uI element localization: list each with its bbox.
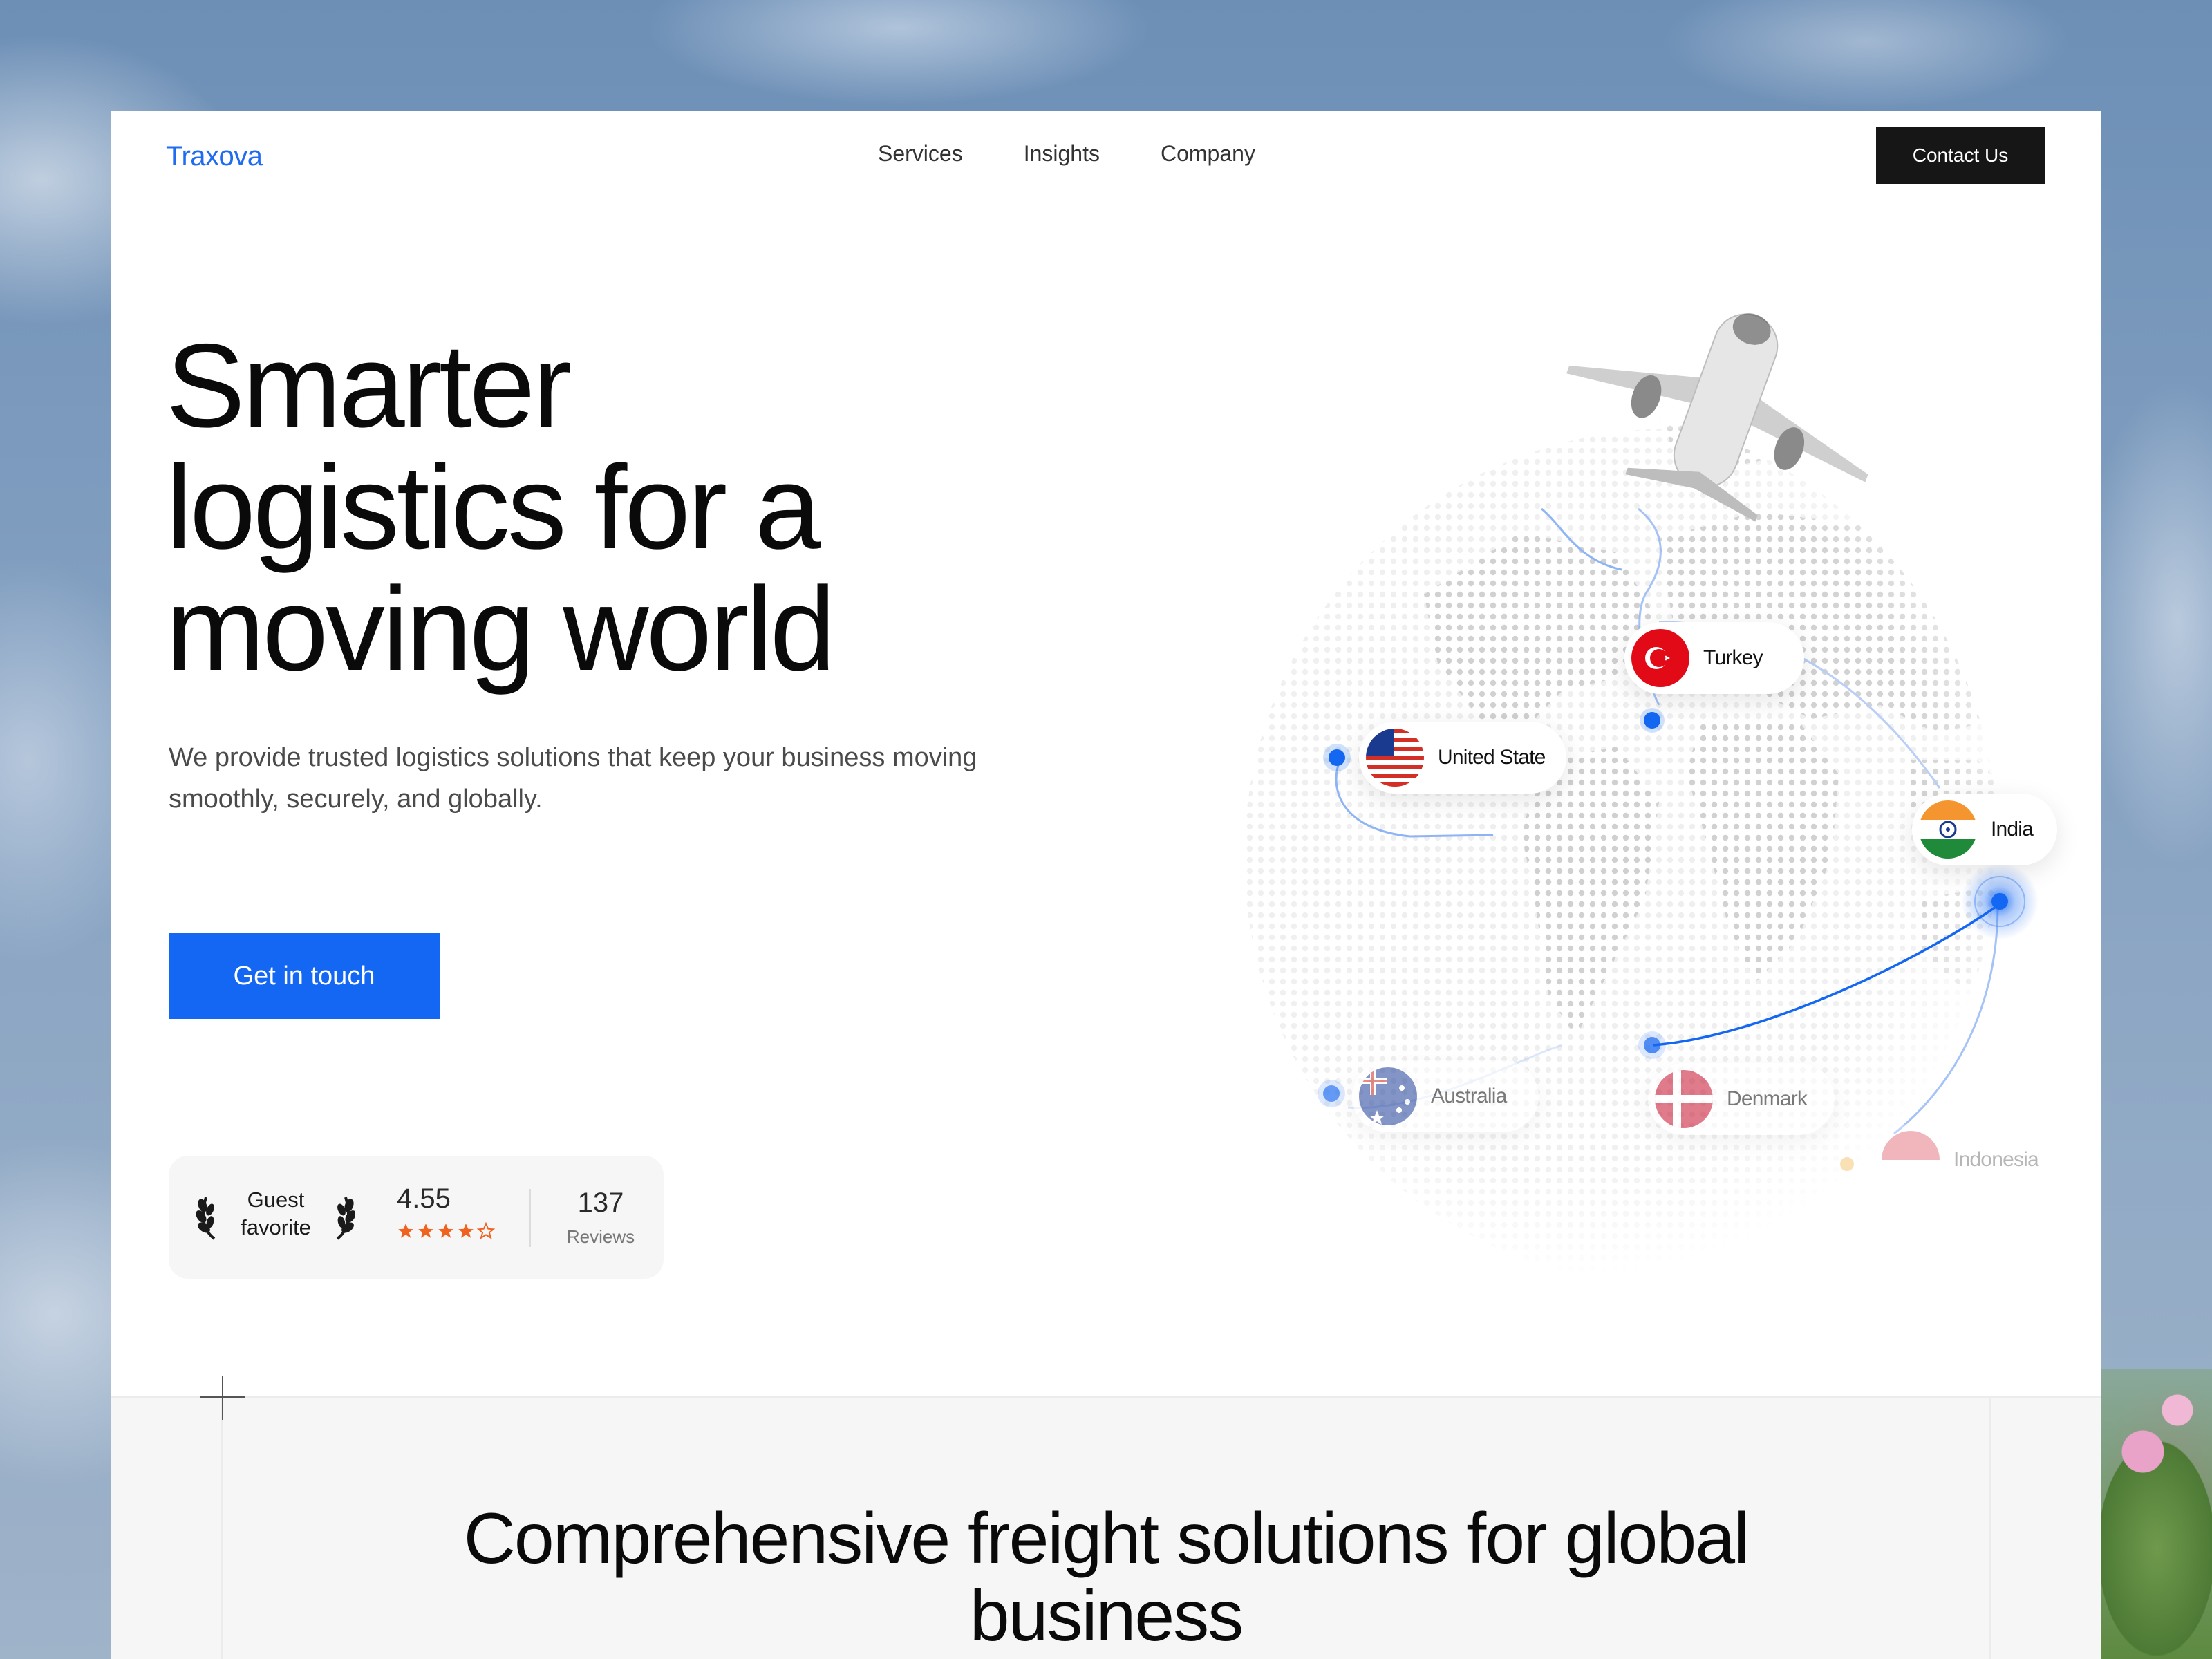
rating-stars	[397, 1222, 495, 1240]
country-label: India	[1991, 818, 2034, 841]
rating-divider	[529, 1189, 531, 1247]
country-pill-india[interactable]: India	[1912, 794, 2057, 865]
indonesia-flag-icon	[1882, 1131, 1940, 1189]
hero-subtitle: We provide trusted logistics solutions t…	[169, 743, 977, 814]
star-filled-icon	[398, 1224, 413, 1238]
country-label: Indonesia	[1953, 1148, 2039, 1171]
rating-card: Guest favorite 4.55 137 Reviews	[169, 1156, 664, 1279]
review-label: Reviews	[566, 1226, 635, 1247]
star-filled-icon	[458, 1224, 474, 1238]
laurel-right-icon	[336, 1197, 355, 1240]
country-pill-indonesia[interactable]: Indonesia	[1875, 1124, 2061, 1196]
country-label: Denmark	[1727, 1087, 1808, 1110]
usa-flag-icon	[1366, 729, 1424, 787]
turkey-flag-icon	[1631, 629, 1689, 687]
brand-logo[interactable]: Traxova	[166, 141, 263, 172]
section-guide-line-right	[1989, 1396, 1991, 1659]
background-greenery	[2101, 1369, 2212, 1659]
denmark-flag-icon	[1655, 1070, 1713, 1128]
country-label: Turkey	[1703, 646, 1763, 669]
get-in-touch-button[interactable]: Get in touch	[169, 933, 440, 1019]
star-filled-icon	[438, 1224, 453, 1238]
nav-item-company[interactable]: Company	[1161, 141, 1255, 167]
landing-page: Traxova Services Insights Company Contac…	[111, 111, 2101, 1659]
country-label: United State	[1438, 746, 1546, 769]
country-pill-denmark[interactable]: Denmark	[1648, 1063, 1835, 1135]
review-count: 137	[577, 1188, 624, 1218]
india-flag-icon	[1919, 800, 1977, 859]
country-pill-australia[interactable]: Australia	[1352, 1060, 1539, 1132]
star-empty-icon	[477, 1222, 495, 1239]
section-guide-line-left	[221, 1396, 223, 1659]
rating-score: 4.55	[397, 1183, 451, 1214]
contact-us-button[interactable]: Contact Us	[1876, 127, 2045, 184]
nav-item-insights[interactable]: Insights	[1024, 141, 1100, 167]
guest-favorite-badge: Guest favorite	[241, 1188, 311, 1239]
crosshair-mark-vertical	[222, 1376, 223, 1420]
star-filled-icon	[418, 1224, 433, 1238]
globe-illustration: Turkey United State India Australia Denm…	[1134, 235, 2101, 1272]
australia-flag-icon	[1359, 1067, 1417, 1125]
main-nav: Services Insights Company	[878, 141, 1255, 167]
hero-title: Smarter logistics for a moving world	[166, 319, 836, 695]
nav-item-services[interactable]: Services	[878, 141, 963, 167]
country-label: Australia	[1431, 1085, 1507, 1107]
country-pill-turkey[interactable]: Turkey	[1624, 622, 1804, 694]
country-pill-united-state[interactable]: United State	[1359, 722, 1566, 794]
globe-map	[1244, 313, 2101, 1272]
section-title: Comprehensive freight solutions for glob…	[463, 1499, 1750, 1656]
